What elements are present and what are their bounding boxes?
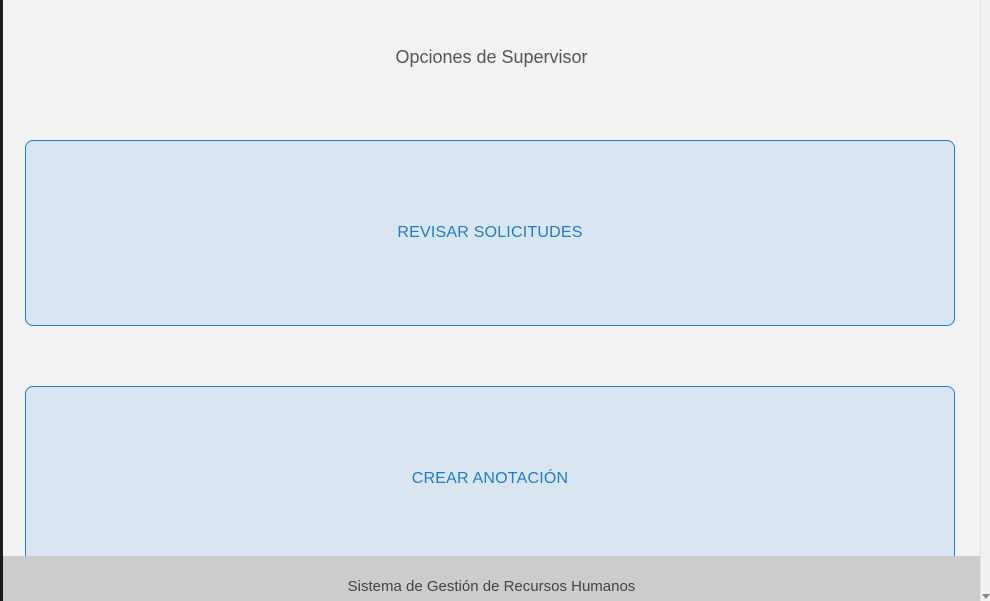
review-requests-button[interactable]: REVISAR SOLICITUDES xyxy=(25,140,955,326)
scroll-down-arrow-icon[interactable] xyxy=(982,594,990,599)
main-content: Opciones de Supervisor REVISAR SOLICITUD… xyxy=(3,0,980,556)
vertical-scrollbar[interactable] xyxy=(980,0,990,601)
create-annotation-label: CREAR ANOTACIÓN xyxy=(411,470,569,487)
create-annotation-button[interactable]: CREAR ANOTACIÓN xyxy=(25,386,955,556)
footer-text: Sistema de Gestión de Recursos Humanos xyxy=(347,578,636,595)
footer: Sistema de Gestión de Recursos Humanos xyxy=(3,556,980,601)
review-requests-label: REVISAR SOLICITUDES xyxy=(397,224,583,241)
page-title: Opciones de Supervisor xyxy=(395,47,588,67)
